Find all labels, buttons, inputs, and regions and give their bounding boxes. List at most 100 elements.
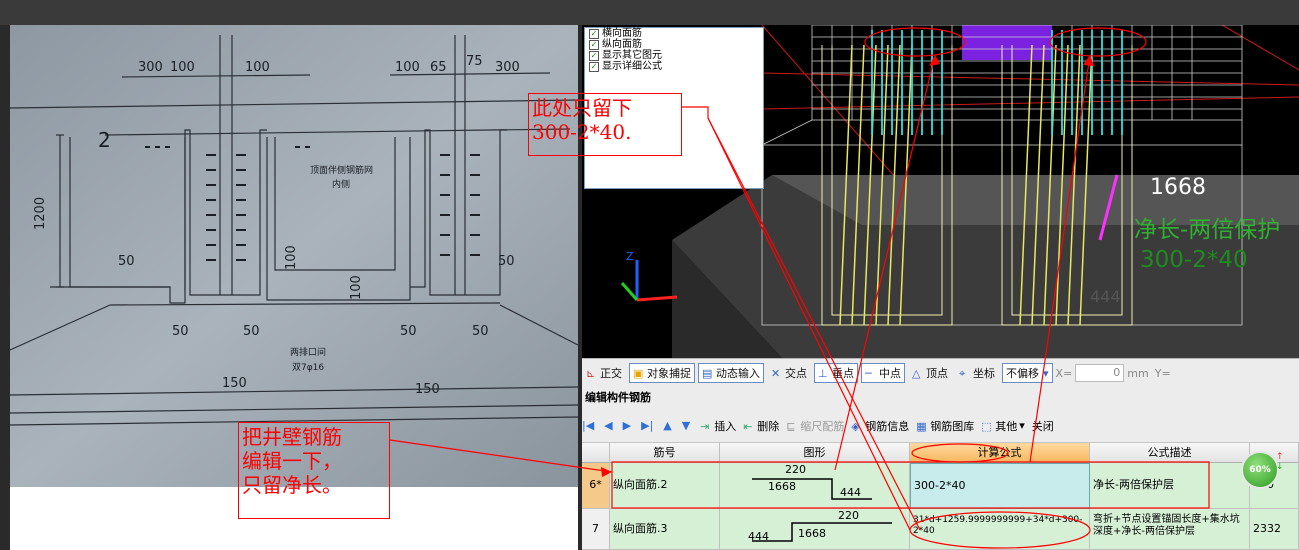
dim-text: 75 xyxy=(466,54,483,69)
scale-icon: ⊑ xyxy=(786,419,796,433)
shape-dim-bottom: 444 xyxy=(748,530,769,543)
layer-item[interactable]: ✓ 显示详细公式 xyxy=(585,61,763,72)
rebar-shape-diagram xyxy=(752,478,872,500)
rebar-library-button[interactable]: ▦ 钢筋图库 xyxy=(916,418,974,434)
dim-text: 300 xyxy=(495,60,520,75)
dim-text: 150 xyxy=(415,382,440,397)
other-icon: ⬚ xyxy=(981,419,992,433)
delete-icon: ⇤ xyxy=(743,419,753,433)
checkbox[interactable]: ✓ xyxy=(589,39,599,50)
drawing-note: 顶面伴侧钢筋网 xyxy=(310,164,373,176)
dim-text: 50 xyxy=(498,254,515,269)
layer-label: 横向面筋 xyxy=(602,28,642,39)
intersection-icon: ✕ xyxy=(771,367,781,380)
left-frame xyxy=(0,25,10,550)
drawing-note: 内侧 xyxy=(332,178,350,190)
perpendicular-icon: ⊥ xyxy=(818,367,828,380)
checkbox[interactable]: ✓ xyxy=(589,50,599,61)
snap-icon: ▣ xyxy=(633,367,644,380)
column-header[interactable]: 计算公式 xyxy=(910,443,1090,463)
snap-toolbar: ⊾ 正交 ▣ 对象捕捉 ▤ 动态输入 ✕ 交点 ⊥ 垂点 ─ 中点 △ 顶点 ⌖ 坐标 不偏移 ▾… xyxy=(582,358,1299,388)
formula-label: 300-2*40 xyxy=(1140,247,1248,273)
shape-dim-mid: 1668 xyxy=(798,527,826,540)
axis-z-label: Z xyxy=(626,250,634,263)
window-title-bar xyxy=(0,0,1299,25)
dropdown-arrow-icon: ▾ xyxy=(1043,366,1049,380)
formula-description-cell[interactable]: 净长-两倍保护层 xyxy=(1090,463,1250,509)
column-header[interactable]: 筋号 xyxy=(610,443,720,463)
dim-text: 1200 xyxy=(33,197,48,230)
close-button[interactable]: 关闭 xyxy=(1032,418,1054,434)
vertex-button[interactable]: △ 顶点 xyxy=(908,363,952,383)
formula-description-cell[interactable]: 弯折+节点设置锚固长度+集水坑深度+净长-两倍保护层 xyxy=(1090,509,1250,550)
move-up-icon[interactable]: ▲ xyxy=(663,419,671,432)
formula-cell[interactable]: 300-2*40 xyxy=(910,463,1090,509)
dim-text: 100 xyxy=(245,60,270,75)
column-header[interactable]: 图形 xyxy=(720,443,910,463)
description-label: 净长-两倍保护 xyxy=(1134,217,1281,243)
checkbox[interactable]: ✓ xyxy=(589,28,599,39)
formula-cell[interactable]: 31*d+1259.9999999999+34*d+300-2*40 xyxy=(910,509,1090,550)
dynamic-input-button[interactable]: ▤ 动态输入 xyxy=(698,363,764,383)
delete-button[interactable]: ⇤ 删除 xyxy=(743,418,779,434)
drawing-note: 两排口间 xyxy=(290,346,326,358)
dim-text: 100 xyxy=(284,245,299,270)
shape-dim-top: 220 xyxy=(785,463,806,476)
dim-text: 50 xyxy=(118,254,135,269)
first-record-icon[interactable]: |◀ xyxy=(582,419,594,432)
object-snap-button[interactable]: ▣ 对象捕捉 xyxy=(629,363,695,383)
intersection-button[interactable]: ✕ 交点 xyxy=(767,363,811,383)
dim-text: 150 xyxy=(222,376,247,391)
drawing-photo: 300 100 100 100 65 75 300 1200 50 100 10… xyxy=(10,25,578,487)
insert-button[interactable]: ⇥ 插入 xyxy=(700,418,736,434)
move-down-icon[interactable]: ▼ xyxy=(682,419,690,432)
ortho-button[interactable]: ⊾ 正交 xyxy=(582,363,626,383)
unit-label: mm xyxy=(1127,366,1149,380)
midpoint-button[interactable]: ─ 中点 xyxy=(861,363,905,383)
x-input[interactable]: 0 xyxy=(1075,364,1125,382)
rebar-info-button[interactable]: ◈ 钢筋信息 xyxy=(851,418,909,434)
dim-text: 300 xyxy=(138,60,163,75)
rebar-shape-cell[interactable]: 220 1668 444 xyxy=(720,463,910,509)
rebar-shape-cell[interactable]: 220 1668 444 xyxy=(720,509,910,550)
rebar-name-cell[interactable]: 纵向面筋.2 xyxy=(610,463,720,509)
dim-text: 50 xyxy=(472,324,489,339)
dim-text: 50 xyxy=(243,324,260,339)
length-label: 1668 xyxy=(1150,175,1206,200)
faded-length-label: 444 xyxy=(1090,287,1121,306)
drawing-note: 双7φ16 xyxy=(292,362,324,373)
prev-record-icon[interactable]: ◀ xyxy=(604,419,612,432)
layer-label: 纵向面筋 xyxy=(602,39,642,50)
row-number[interactable]: 7 xyxy=(582,509,610,550)
coordinate-button[interactable]: ⌖ 坐标 xyxy=(955,363,999,383)
rebar-name-cell[interactable]: 纵向面筋.3 xyxy=(610,509,720,550)
value-cell[interactable]: 2332 xyxy=(1250,509,1299,550)
y-label: Y= xyxy=(1154,366,1171,380)
info-icon: ◈ xyxy=(851,419,860,433)
dim-text: 50 xyxy=(400,324,417,339)
dim-text: 65 xyxy=(430,60,447,75)
offset-select[interactable]: 不偏移 ▾ xyxy=(1002,363,1053,383)
editor-title: 编辑构件钢筋 xyxy=(582,387,1299,409)
vertex-icon: △ xyxy=(912,367,921,380)
ortho-icon: ⊾ xyxy=(586,367,596,380)
annotation-note-top: 此处只留下 300-2*40. xyxy=(528,93,682,156)
layer-item[interactable]: ✓ 显示其它图元 xyxy=(585,50,763,61)
dim-text: 100 xyxy=(395,60,420,75)
other-menu-button[interactable]: ⬚ 其他 ▾ xyxy=(981,418,1025,434)
dim-text: 100 xyxy=(349,275,364,300)
layer-item[interactable]: ✓ 纵向面筋 xyxy=(585,39,763,50)
layer-label: 显示详细公式 xyxy=(602,61,662,72)
next-record-icon[interactable]: ▶ xyxy=(623,419,631,432)
dim-text: 100 xyxy=(170,60,195,75)
row-number[interactable]: 6* xyxy=(582,463,610,509)
checkbox[interactable]: ✓ xyxy=(589,61,599,72)
perpendicular-button[interactable]: ⊥ 垂点 xyxy=(814,363,858,383)
insert-icon: ⇥ xyxy=(700,419,710,433)
dynamic-input-icon: ▤ xyxy=(702,367,713,380)
progress-badge: 60% xyxy=(1241,451,1279,489)
column-header[interactable]: 公式描述 xyxy=(1090,443,1250,463)
layer-item[interactable]: ✓ 横向面筋 xyxy=(585,28,763,39)
last-record-icon[interactable]: ▶| xyxy=(641,419,653,432)
scale-rebar-button[interactable]: ⊑ 缩尺配筋 xyxy=(786,418,844,434)
